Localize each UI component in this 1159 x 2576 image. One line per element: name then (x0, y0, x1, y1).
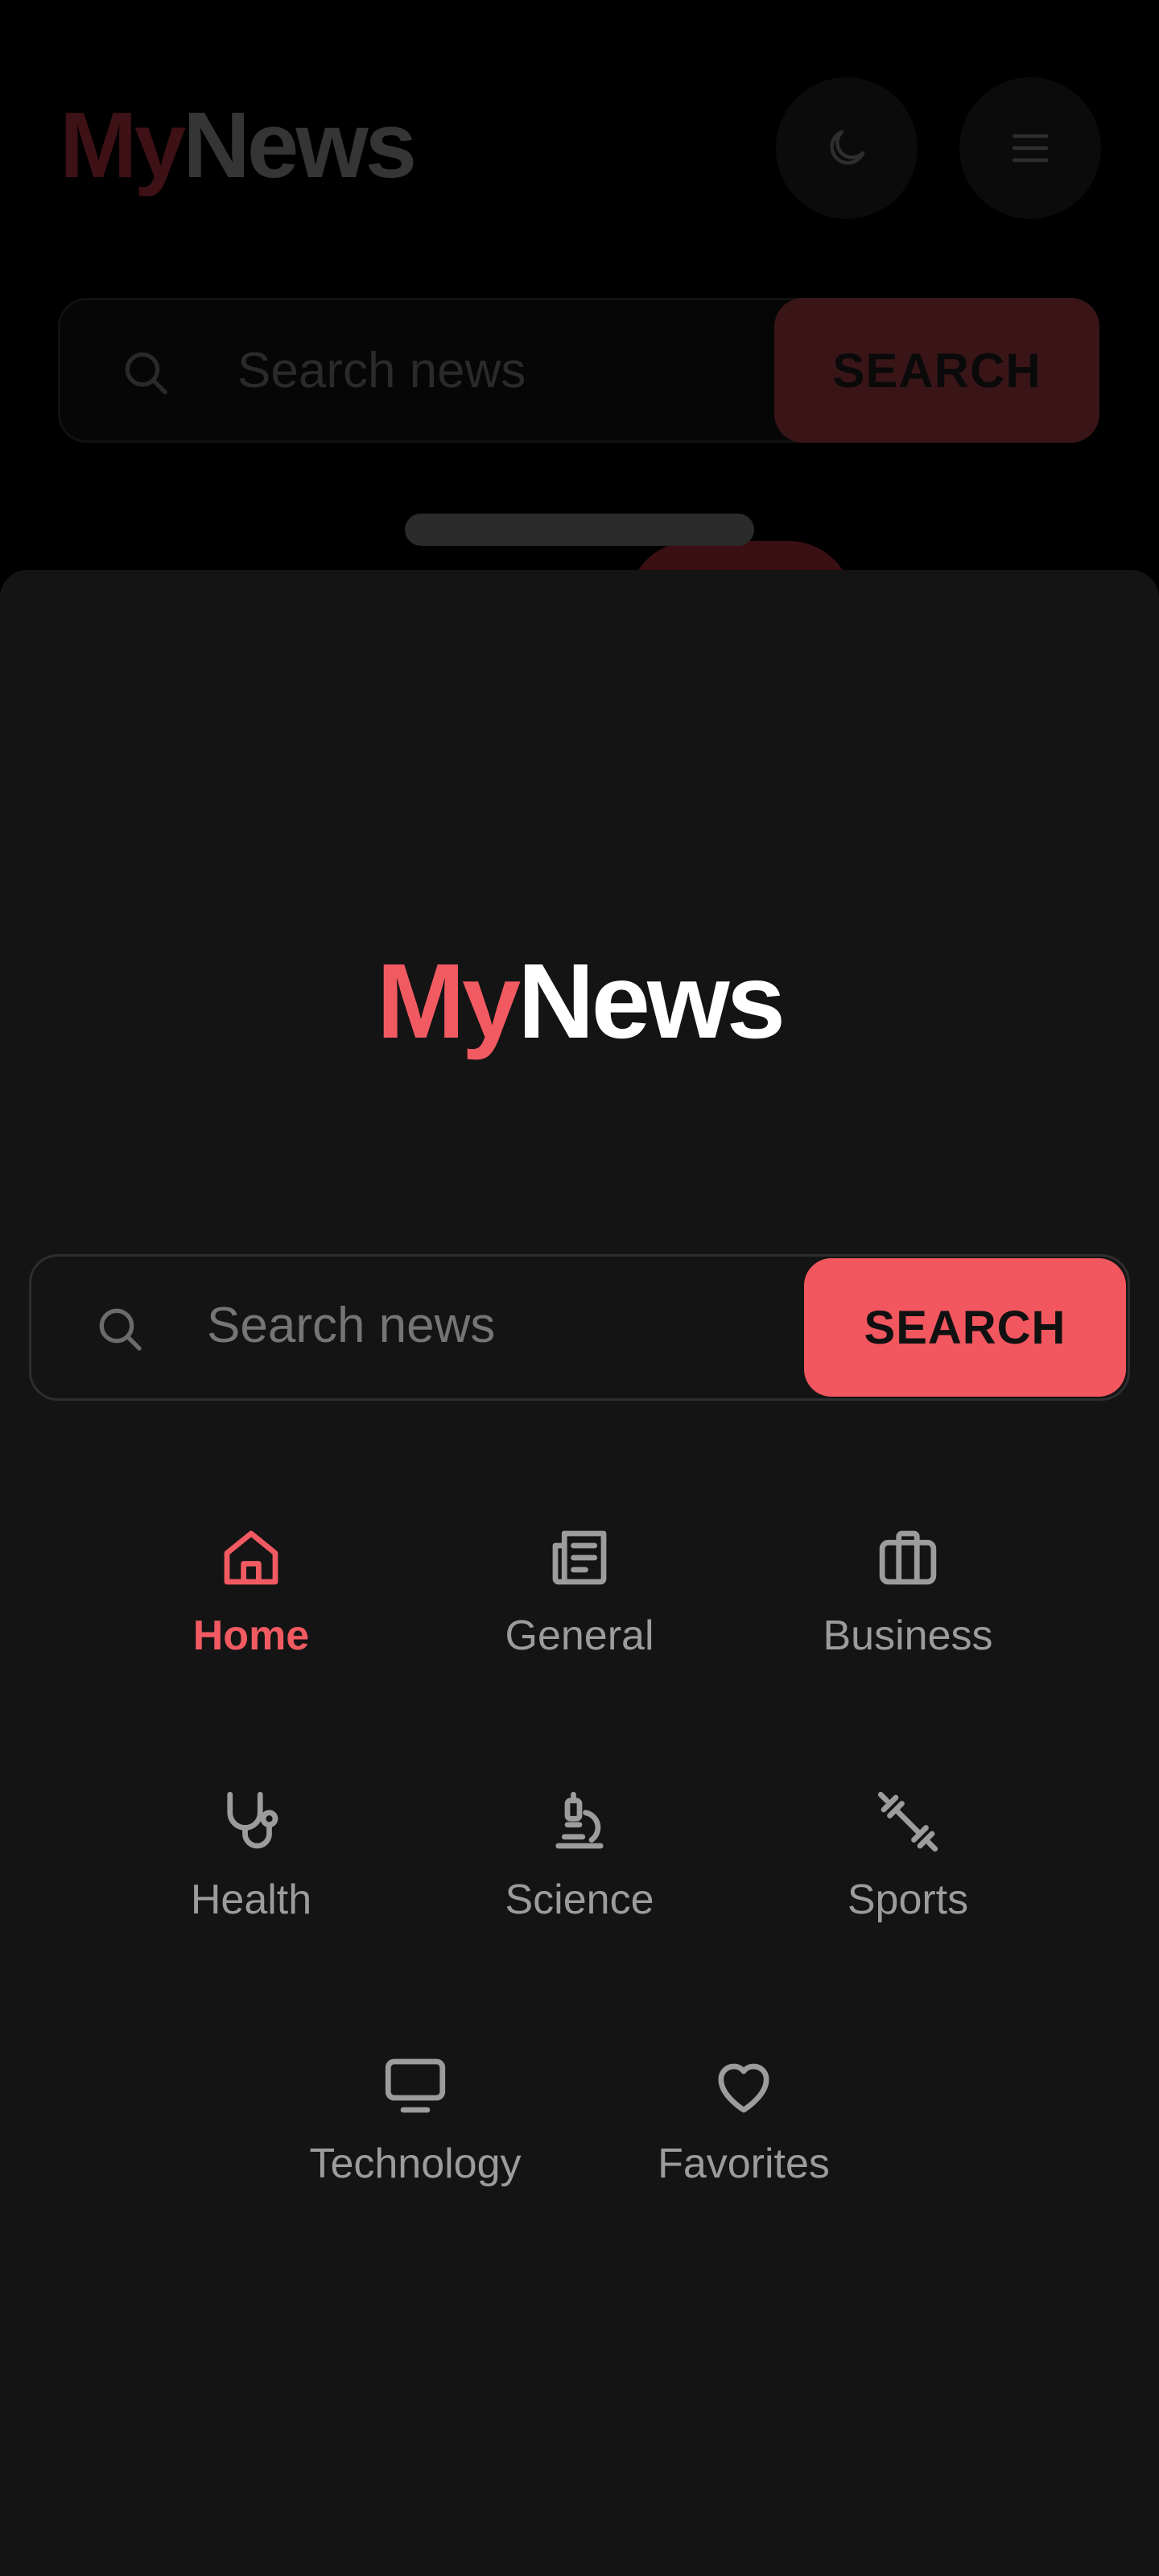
hamburger-icon (1012, 134, 1049, 163)
search-button[interactable]: SEARCH (804, 1258, 1126, 1397)
microscope-icon (555, 1791, 604, 1849)
nav-label-favorites: Favorites (658, 2140, 830, 2187)
background-search-bar: Search news SEARCH (58, 298, 1099, 443)
heart-icon (718, 2063, 769, 2113)
page: MyNews Search news SEARCH MyNews SEA (0, 0, 1159, 2576)
nav-item-technology[interactable]: Technology (278, 2050, 552, 2243)
nav-item-general[interactable]: General (443, 1521, 716, 1715)
monitor-icon (385, 2058, 446, 2113)
nav-item-business[interactable]: Business (771, 1521, 1045, 1715)
nav-label-home: Home (192, 1612, 310, 1659)
sheet-logo: MyNews (376, 942, 786, 1060)
home-icon (224, 1530, 278, 1585)
search-input[interactable] (207, 1297, 819, 1354)
briefcase-icon (879, 1530, 937, 1585)
dumbbell-icon (877, 1791, 938, 1852)
background-search-placeholder: Search news (237, 343, 526, 398)
menu-button[interactable] (959, 77, 1101, 219)
navigation-sheet: MyNews SEARCH Home General Business (0, 570, 1159, 2576)
nav-label-science: Science (505, 1876, 654, 1923)
nav-label-general: General (505, 1612, 654, 1659)
nav-item-home[interactable]: Home (114, 1521, 388, 1715)
nav-item-favorites[interactable]: Favorites (607, 2050, 881, 2243)
nav-label-health: Health (190, 1876, 312, 1923)
nav-item-sports[interactable]: Sports (771, 1785, 1045, 1979)
background-logo: MyNews (60, 93, 417, 197)
nav-item-health[interactable]: Health (114, 1785, 388, 1979)
moon-icon (830, 130, 865, 165)
newspaper-icon (552, 1530, 607, 1585)
search-bar: SEARCH (29, 1254, 1130, 1401)
search-icon (125, 352, 167, 394)
nav-label-technology: Technology (309, 2140, 522, 2187)
nav-label-business: Business (823, 1612, 993, 1659)
stethoscope-icon (227, 1791, 278, 1849)
search-icon (99, 1308, 142, 1351)
background-header: MyNews (0, 0, 1159, 290)
nav-label-sports: Sports (847, 1876, 969, 1923)
background-search-button: SEARCH (774, 298, 1099, 443)
nav-item-science[interactable]: Science (443, 1785, 716, 1979)
theme-toggle-button[interactable] (776, 77, 918, 219)
sheet-drag-handle[interactable] (405, 514, 754, 546)
